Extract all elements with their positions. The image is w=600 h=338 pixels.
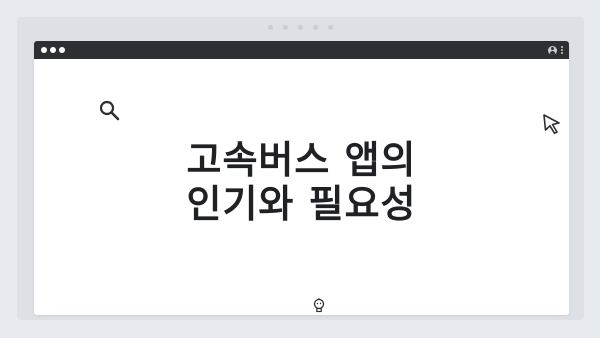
title-line: 인기와 필요성	[186, 182, 417, 227]
titlebar-actions	[548, 44, 563, 56]
window-titlebar	[34, 41, 569, 59]
dot-indicator[interactable]	[313, 25, 318, 30]
window-control-dot[interactable]	[59, 47, 65, 53]
carousel-dots	[17, 25, 584, 30]
browser-window: 고속버스 앱의 인기와 필요성	[34, 41, 569, 315]
cursor-icon	[543, 114, 560, 135]
page-frame: 고속버스 앱의 인기와 필요성	[17, 17, 584, 320]
lightbulb-icon	[313, 298, 325, 313]
dot-indicator[interactable]	[283, 25, 288, 30]
user-icon[interactable]	[548, 45, 557, 55]
title-line: 고속버스 앱의	[186, 138, 417, 183]
search-icon	[99, 100, 120, 121]
page-title: 고속버스 앱의 인기와 필요성	[34, 138, 569, 226]
window-control-dot[interactable]	[50, 47, 56, 53]
dot-indicator[interactable]	[298, 25, 303, 30]
kebab-menu-icon[interactable]	[561, 46, 563, 54]
dot-indicator[interactable]	[328, 25, 333, 30]
window-control-dot[interactable]	[41, 47, 47, 53]
dot-indicator[interactable]	[268, 25, 273, 30]
